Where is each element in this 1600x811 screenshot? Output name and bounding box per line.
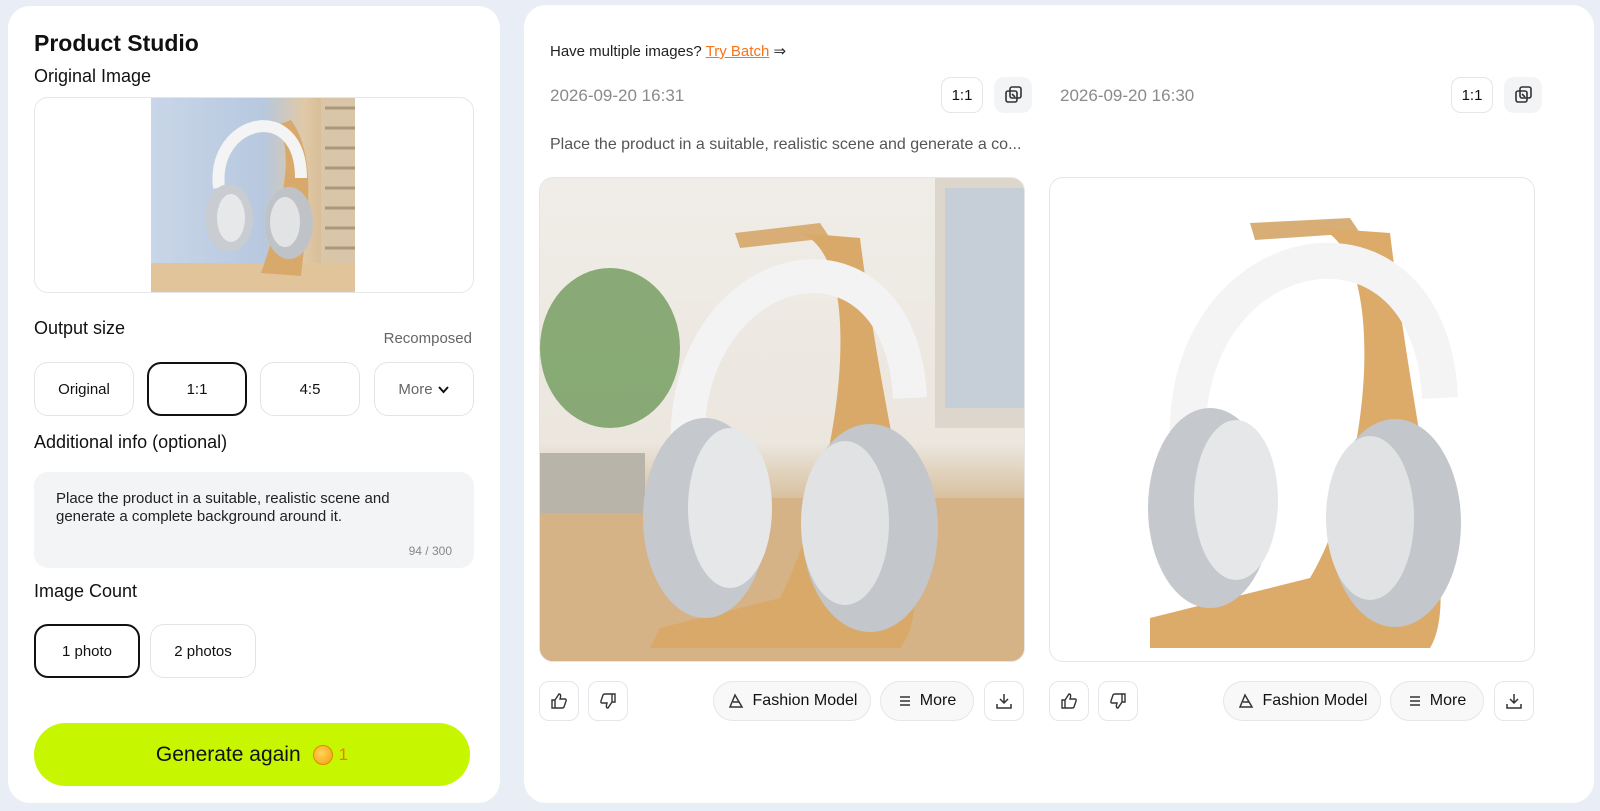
fashion-model-button[interactable]: Fashion Model: [713, 681, 871, 721]
arrow-right-icon: ⇒: [773, 43, 787, 60]
result-2-ratio-button[interactable]: 1:1: [1451, 77, 1493, 113]
thumbs-up-icon[interactable]: [1049, 681, 1089, 721]
chevron-down-icon: [437, 383, 450, 396]
fashion-model-label: Fashion Model: [1262, 692, 1368, 709]
fashion-model-icon: [1237, 692, 1255, 710]
result-1-prompt: Place the product in a suitable, realist…: [550, 136, 1022, 153]
result-2-timestamp: 2026-09-20 16:30: [1060, 86, 1195, 105]
menu-icon: [898, 695, 912, 707]
batch-prompt: Have multiple images? Try Batch ⇒: [550, 42, 786, 60]
multi-images-text: Have multiple images?: [550, 43, 702, 60]
fashion-model-label: Fashion Model: [752, 692, 858, 709]
download-icon[interactable]: [1494, 681, 1534, 721]
image-count-label: Image Count: [34, 581, 138, 601]
char-counter: 94 / 300: [408, 544, 452, 558]
try-batch-link[interactable]: Try Batch: [706, 43, 770, 60]
result-1-image[interactable]: [539, 177, 1025, 662]
thumbs-up-icon[interactable]: [539, 681, 579, 721]
page-title: Product Studio: [34, 30, 199, 56]
size-option-more[interactable]: More: [374, 362, 474, 416]
additional-info-label: Additional info (optional): [34, 432, 228, 452]
original-image: [151, 98, 355, 292]
additional-info-textarea[interactable]: Place the product in a suitable, realist…: [34, 472, 474, 568]
result-2-image[interactable]: [1049, 177, 1535, 662]
size-option-1-1[interactable]: 1:1: [147, 362, 247, 416]
recomposed-note: Recomposed: [383, 330, 472, 347]
original-image-label: Original Image: [34, 66, 152, 86]
more-label: More: [398, 380, 433, 398]
compare-icon[interactable]: [1504, 77, 1542, 113]
menu-icon: [1408, 695, 1422, 707]
compare-icon[interactable]: [994, 77, 1032, 113]
result-1-ratio-button[interactable]: 1:1: [941, 77, 983, 113]
generate-cost: 1: [338, 744, 349, 764]
more-button[interactable]: More: [1390, 681, 1484, 721]
left-panel: Product Studio Original Image Output siz…: [8, 6, 500, 803]
coin-icon: [312, 744, 333, 765]
result-1-timestamp: 2026-09-20 16:31: [550, 86, 685, 105]
fashion-model-button[interactable]: Fashion Model: [1223, 681, 1381, 721]
count-option-1[interactable]: 1 photo: [34, 624, 140, 678]
count-option-2[interactable]: 2 photos: [150, 624, 256, 678]
more-label: More: [1429, 692, 1467, 709]
generate-label: Generate again: [155, 742, 301, 766]
fashion-model-icon: [727, 692, 745, 710]
size-option-original[interactable]: Original: [34, 362, 134, 416]
size-option-4-5[interactable]: 4:5: [260, 362, 360, 416]
generate-again-button[interactable]: Generate again 1: [34, 723, 470, 786]
more-button[interactable]: More: [880, 681, 974, 721]
more-label: More: [919, 692, 957, 709]
thumbs-down-icon[interactable]: [588, 681, 628, 721]
right-panel: Have multiple images? Try Batch ⇒ 2026-0…: [524, 5, 1594, 803]
output-size-label: Output size: [34, 318, 126, 338]
download-icon[interactable]: [984, 681, 1024, 721]
additional-info-value: Place the product in a suitable, realist…: [56, 490, 390, 525]
original-image-box[interactable]: [34, 97, 474, 293]
thumbs-down-icon[interactable]: [1098, 681, 1138, 721]
